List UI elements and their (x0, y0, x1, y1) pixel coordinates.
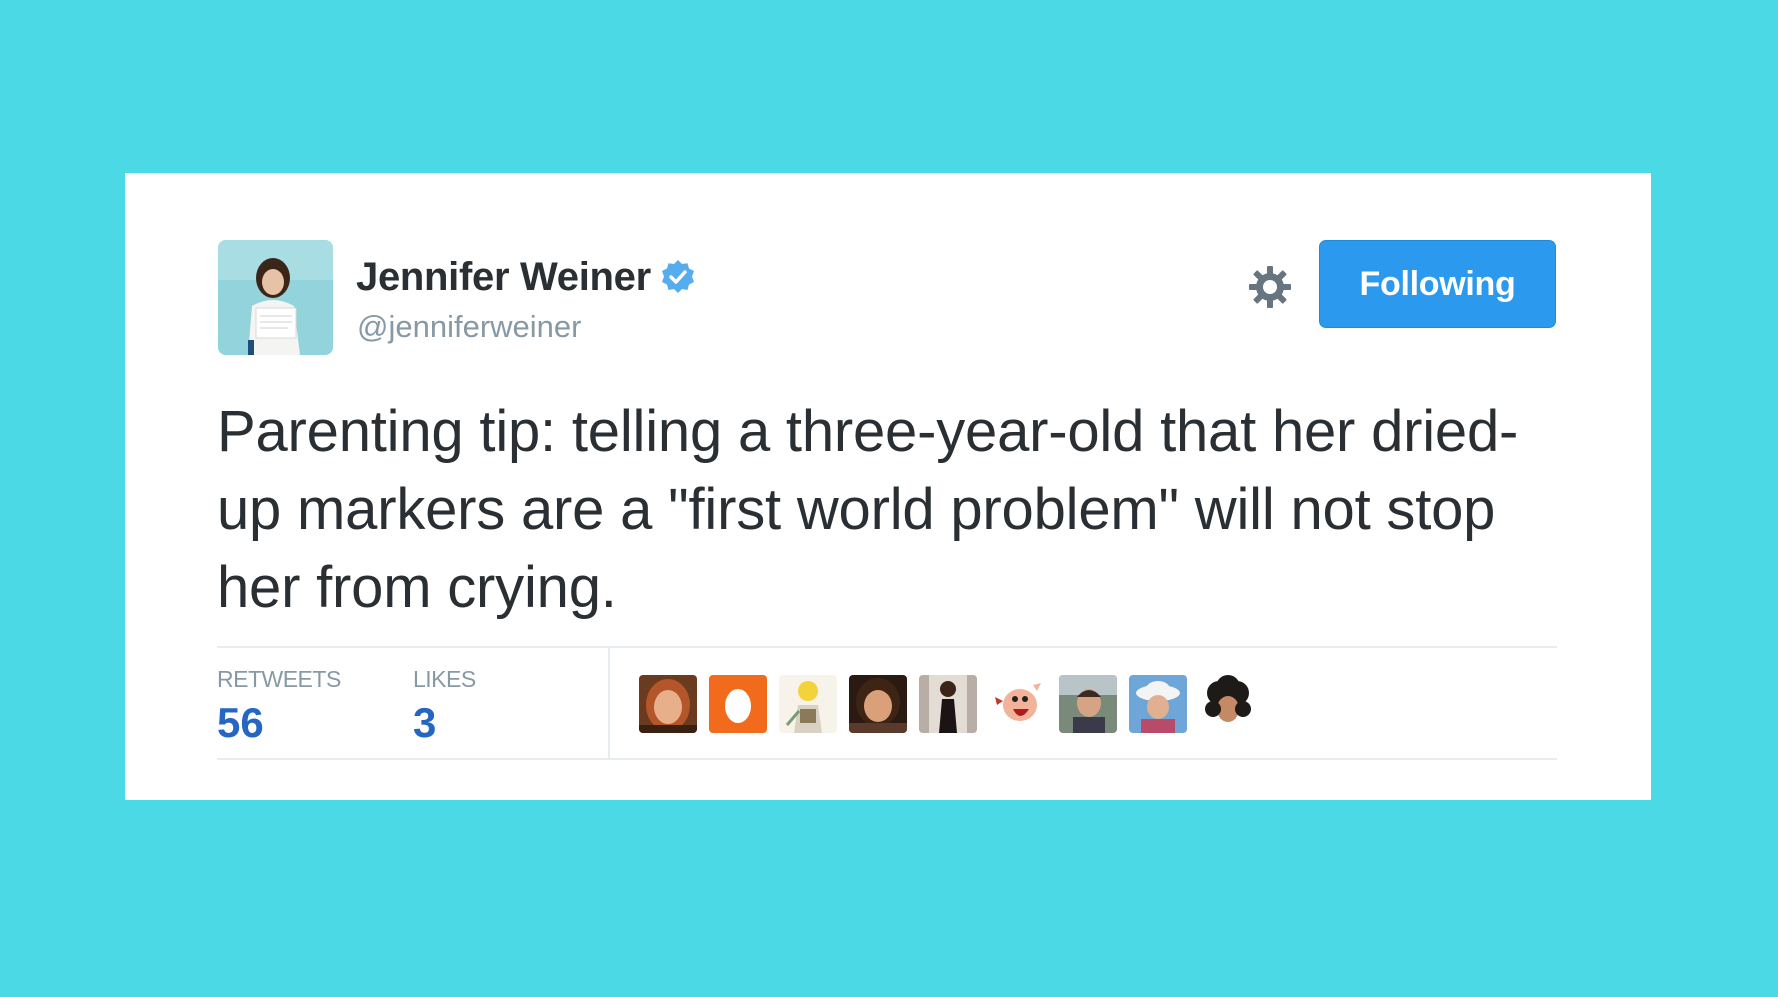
author-avatar[interactable] (218, 240, 333, 355)
tweet-stats-bar: RETWEETS 56 LIKES 3 (217, 646, 1557, 760)
cartoon-figure-avatar-icon (779, 675, 837, 733)
stats-divider (608, 648, 610, 758)
liker-avatar-5[interactable] (919, 675, 977, 733)
dark-curly-hair-avatar-icon (1199, 675, 1257, 733)
retweets-count: 56 (217, 699, 264, 746)
tweet-card: Jennifer Weiner @jenniferweiner Followin… (125, 173, 1651, 800)
liker-avatar-1[interactable] (639, 675, 697, 733)
liker-avatar-7[interactable] (1059, 675, 1117, 733)
likes-stat[interactable]: LIKES 3 (413, 666, 476, 747)
liker-avatar-9[interactable] (1199, 675, 1257, 733)
retweets-stat[interactable]: RETWEETS 56 (217, 666, 341, 747)
woman-red-hair-avatar-icon (639, 675, 697, 733)
liker-avatar-6[interactable] (989, 675, 1047, 733)
tweet-text: Parenting tip: telling a three-year-old … (217, 399, 1519, 620)
following-button[interactable]: Following (1319, 240, 1556, 328)
verified-badge-icon (659, 258, 697, 296)
author-handle[interactable]: @jenniferweiner (357, 309, 581, 345)
cartoon-character-avatar-icon (989, 675, 1047, 733)
liker-avatar-4[interactable] (849, 675, 907, 733)
gear-icon[interactable] (1247, 264, 1293, 310)
likes-count: 3 (413, 699, 437, 746)
liker-avatar-2[interactable] (709, 675, 767, 733)
liker-avatar-8[interactable] (1129, 675, 1187, 733)
likes-label: LIKES (413, 666, 476, 692)
author-name-row: Jennifer Weiner (356, 255, 697, 299)
woman-dark-dress-avatar-icon (919, 675, 977, 733)
liker-avatar-3[interactable] (779, 675, 837, 733)
profile-photo-icon (218, 240, 333, 355)
woman-dark-hair-avatar-icon (849, 675, 907, 733)
author-display-name[interactable]: Jennifer Weiner (356, 255, 651, 300)
person-outdoors-avatar-icon (1059, 675, 1117, 733)
person-with-hat-avatar-icon (1129, 675, 1187, 733)
orange-egg-avatar-icon (709, 675, 767, 733)
retweets-label: RETWEETS (217, 666, 341, 692)
liker-avatars (639, 675, 1269, 733)
